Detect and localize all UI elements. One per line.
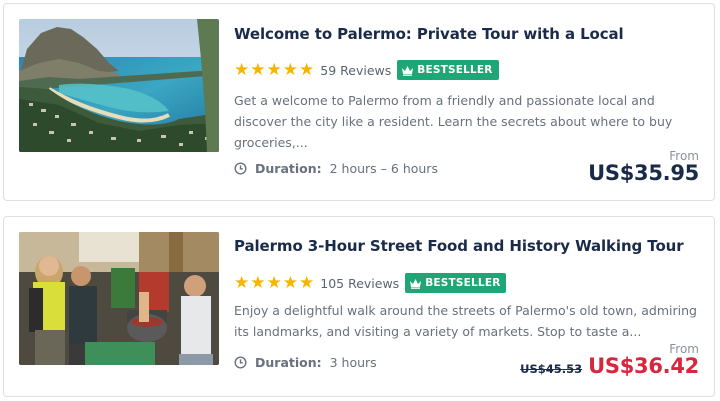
duration-row: Duration: 3 hours — [234, 355, 377, 370]
original-price: US$45.53 — [520, 362, 583, 376]
badge-label: BESTSELLER — [417, 64, 493, 76]
tour-card[interactable]: Welcome to Palermo: Private Tour with a … — [3, 3, 715, 201]
crown-icon — [402, 65, 414, 76]
duration-label: Duration: — [255, 161, 322, 176]
review-count: 59 Reviews — [320, 62, 392, 78]
sale-price: US$36.42 — [588, 354, 699, 378]
tour-description: Get a welcome to Palermo from a friendly… — [234, 93, 673, 150]
star-icon: ★ — [266, 272, 282, 293]
star-rating: ★ ★ ★ ★ ★ — [234, 272, 315, 293]
star-icon: ★ — [282, 59, 298, 80]
tour-card[interactable]: Palermo 3-Hour Street Food and History W… — [3, 216, 715, 397]
rating-row: ★ ★ ★ ★ ★ 105 Reviews BESTSELLER — [234, 272, 507, 294]
rating-row: ★ ★ ★ ★ ★ 59 Reviews BESTSELLER — [234, 59, 499, 81]
star-icon: ★ — [266, 59, 282, 80]
duration-value: 3 hours — [329, 355, 377, 370]
duration-label: Duration: — [255, 355, 322, 370]
clock-icon — [234, 356, 247, 369]
tour-image-street-food[interactable] — [19, 232, 219, 365]
bestseller-badge: BESTSELLER — [405, 273, 507, 293]
tour-title[interactable]: Welcome to Palermo: Private Tour with a … — [234, 25, 699, 43]
price: US$35.95 — [588, 161, 699, 185]
star-icon: ★ — [250, 272, 266, 293]
price-row: US$45.53 US$36.42 — [520, 354, 699, 378]
duration-row: Duration: 2 hours – 6 hours — [234, 161, 438, 176]
badge-label: BESTSELLER — [425, 277, 501, 289]
price-row: US$35.95 — [588, 161, 699, 185]
star-icon: ★ — [234, 59, 250, 80]
star-icon: ★ — [282, 272, 298, 293]
tour-title[interactable]: Palermo 3-Hour Street Food and History W… — [234, 237, 699, 255]
duration-value: 2 hours – 6 hours — [329, 161, 438, 176]
star-icon: ★ — [299, 272, 315, 293]
review-count: 105 Reviews — [320, 275, 400, 291]
star-rating: ★ ★ ★ ★ ★ — [234, 59, 315, 80]
star-icon: ★ — [299, 59, 315, 80]
star-icon: ★ — [250, 59, 266, 80]
bestseller-badge: BESTSELLER — [397, 60, 499, 80]
star-icon: ★ — [234, 272, 250, 293]
tour-description: Enjoy a delightful walk around the stree… — [234, 303, 697, 339]
crown-icon — [410, 278, 422, 289]
tour-image-coastline[interactable] — [19, 19, 219, 152]
clock-icon — [234, 162, 247, 175]
